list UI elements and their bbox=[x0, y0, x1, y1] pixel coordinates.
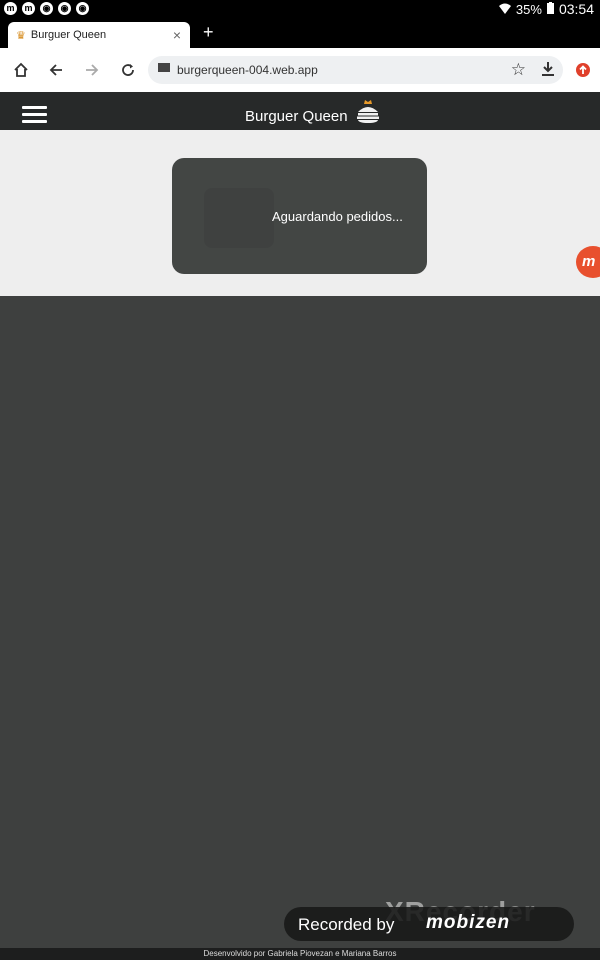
faded-image bbox=[204, 188, 274, 248]
new-tab-button[interactable]: + bbox=[203, 22, 214, 43]
app-header: Burguer Queen bbox=[0, 92, 600, 130]
chrome-notification-icon: ◉ bbox=[58, 2, 71, 15]
browser-toolbar: burgerqueen-004.web.app ☆ bbox=[0, 48, 600, 93]
recorded-by-label: Recorded by bbox=[298, 915, 395, 934]
bookmark-star-icon[interactable]: ☆ bbox=[511, 60, 526, 80]
tab-burguer-queen[interactable]: ♛ Burguer Queen × bbox=[8, 22, 190, 48]
mobizen-notification-icon: m bbox=[22, 2, 35, 15]
mobizen-logo: mobizen bbox=[426, 912, 511, 933]
wifi-icon bbox=[498, 2, 511, 17]
waiting-orders-card: Aguardando pedidos... bbox=[172, 158, 427, 274]
mobizen-notification-icon: m bbox=[4, 2, 17, 15]
back-icon[interactable] bbox=[45, 59, 67, 81]
chrome-notification-icon: ◉ bbox=[40, 2, 53, 15]
address-bar[interactable]: burgerqueen-004.web.app ☆ bbox=[148, 56, 563, 84]
footer-credit: Desenvolvido por Gabriela Piovezan e Mar… bbox=[0, 948, 600, 960]
reload-icon[interactable] bbox=[117, 59, 139, 81]
tab-title: Burguer Queen bbox=[30, 29, 107, 41]
app-title: Burguer Queen bbox=[245, 108, 348, 125]
menu-icon[interactable] bbox=[22, 106, 47, 123]
close-tab-icon[interactable]: × bbox=[173, 27, 181, 43]
url-text: burgerqueen-004.web.app bbox=[177, 63, 318, 77]
chrome-notification-icon: ◉ bbox=[76, 2, 89, 15]
battery-percent: 35% bbox=[515, 1, 542, 17]
clock: 03:54 bbox=[558, 1, 594, 17]
tab-strip: ♛ Burguer Queen × bbox=[0, 18, 600, 48]
crown-favicon-icon: ♛ bbox=[16, 29, 26, 42]
home-icon[interactable] bbox=[10, 59, 32, 81]
update-icon[interactable] bbox=[572, 59, 594, 81]
notification-icons: m m ◉ ◉ ◉ bbox=[4, 2, 89, 15]
lock-icon bbox=[158, 63, 170, 72]
status-bar: m m ◉ ◉ ◉ 35% 03:54 bbox=[0, 0, 600, 18]
forward-icon[interactable] bbox=[81, 59, 103, 81]
recorded-by-banner: Recorded by mobizen bbox=[284, 907, 574, 941]
waiting-message: Aguardando pedidos... bbox=[272, 209, 403, 224]
battery-icon bbox=[546, 1, 554, 17]
download-icon[interactable] bbox=[541, 61, 555, 82]
burger-logo-icon bbox=[356, 98, 380, 124]
